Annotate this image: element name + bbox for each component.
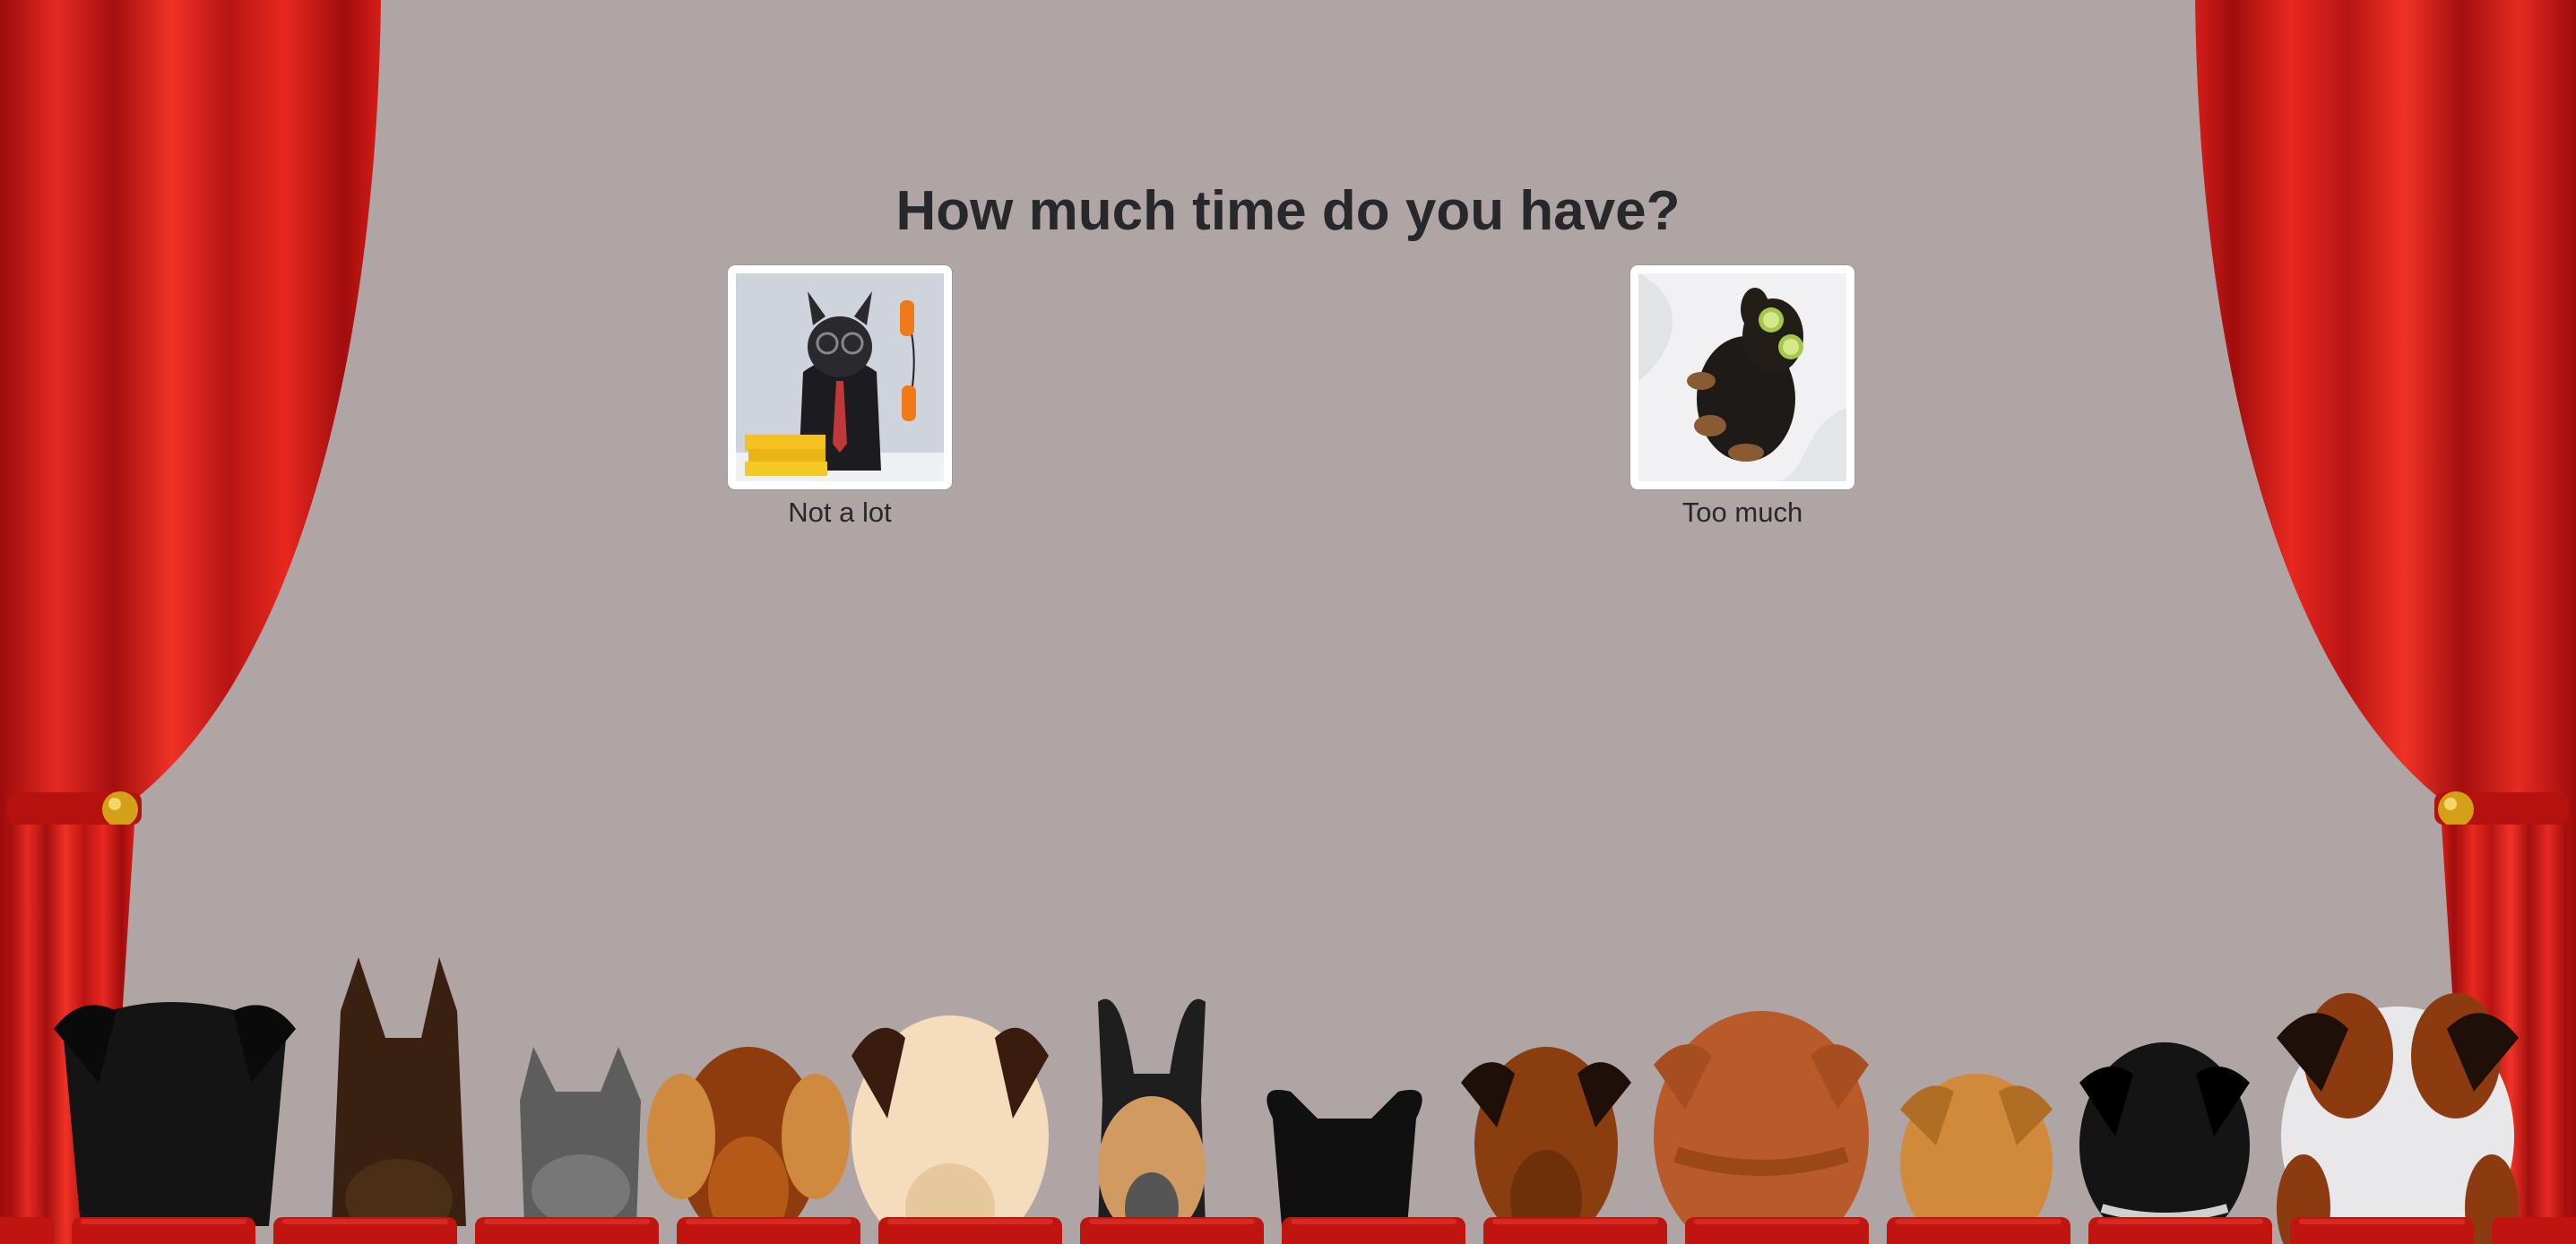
audience-dog xyxy=(2277,993,2519,1244)
relaxing-dog-photo xyxy=(1638,273,1846,481)
audience-dog xyxy=(332,957,466,1240)
option-image-frame[interactable] xyxy=(1630,265,1854,489)
audience-dog xyxy=(2079,1042,2250,1244)
audience-dog xyxy=(1098,998,1206,1244)
page-title: How much time do you have? xyxy=(895,180,1681,242)
busy-dog-photo xyxy=(736,273,944,481)
audience-dog xyxy=(520,1047,641,1226)
theater-stage: How much time do you have? Not a lot Too… xyxy=(0,0,2576,1244)
option-label: Too much xyxy=(1681,497,1803,528)
option-not-a-lot[interactable]: Not a lot xyxy=(728,265,952,529)
audience-dog xyxy=(1654,1011,1869,1244)
option-label: Not a lot xyxy=(788,497,892,528)
audience-dog xyxy=(54,1002,296,1226)
dog-audience xyxy=(0,957,2576,1244)
audience-dog xyxy=(1266,1090,1422,1226)
audience-dog xyxy=(647,1047,850,1244)
option-image-frame[interactable] xyxy=(728,265,952,489)
audience-dog xyxy=(851,1015,1049,1244)
option-too-much[interactable]: Too much xyxy=(1630,265,1854,529)
audience-dog xyxy=(1461,1047,1631,1244)
